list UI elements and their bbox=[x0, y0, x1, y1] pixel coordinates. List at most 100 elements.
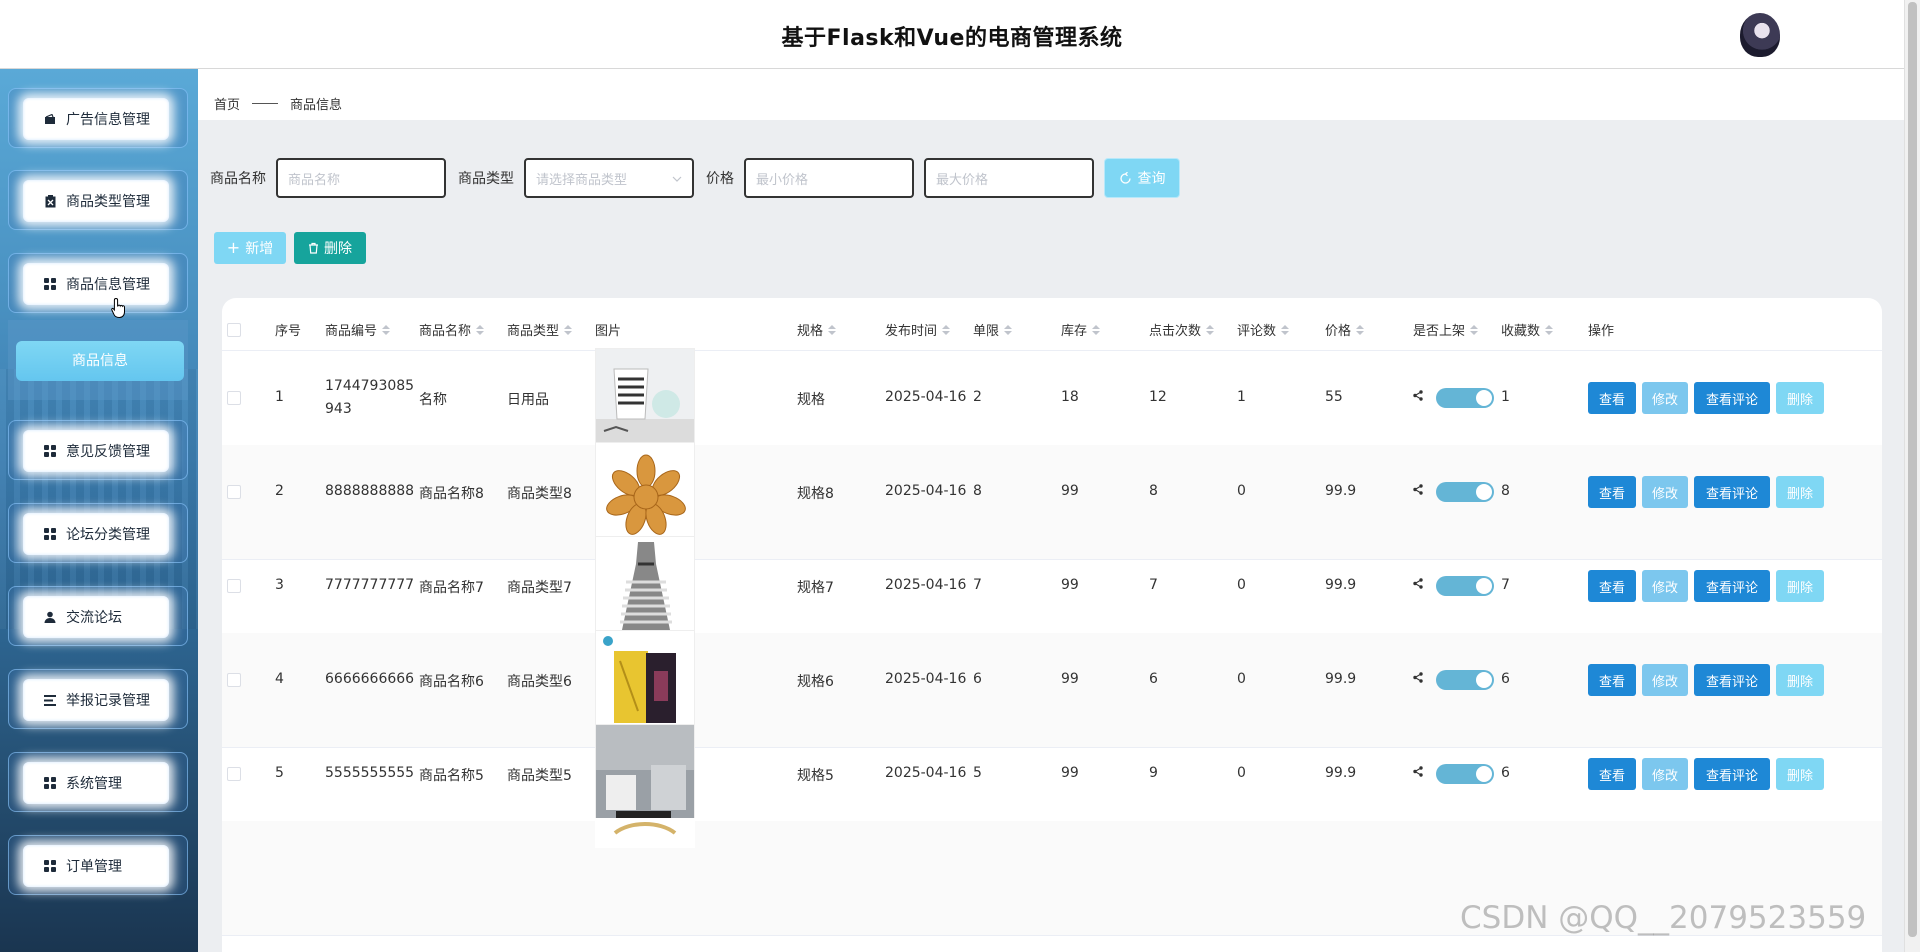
sidebar-item-order-management[interactable]: 订单管理 bbox=[8, 835, 188, 895]
col-name[interactable]: 商品名称 bbox=[419, 320, 485, 339]
col-date[interactable]: 发布时间 bbox=[885, 320, 951, 339]
col-comments[interactable]: 评论数 bbox=[1237, 320, 1290, 339]
view-comments-button[interactable]: 查看评论 bbox=[1694, 758, 1770, 790]
cell-type: 商品类型5 bbox=[507, 768, 572, 784]
cell-price: 99.9 bbox=[1325, 483, 1357, 499]
view-button[interactable]: 查看 bbox=[1588, 382, 1636, 414]
col-index: 序号 bbox=[275, 324, 302, 339]
view-comments-button[interactable]: 查看评论 bbox=[1694, 476, 1770, 508]
cell-name: 商品名称5 bbox=[419, 768, 484, 784]
sidebar-item-forum-category-management[interactable]: 论坛分类管理 bbox=[8, 503, 188, 563]
col-favorites[interactable]: 收藏数 bbox=[1501, 320, 1554, 339]
onsale-toggle[interactable] bbox=[1436, 388, 1494, 408]
edit-button[interactable]: 修改 bbox=[1642, 664, 1688, 696]
sidebar-item-ad-management[interactable]: 广告信息管理 bbox=[8, 88, 188, 148]
edit-button[interactable]: 修改 bbox=[1642, 758, 1688, 790]
col-actions: 操作 bbox=[1588, 324, 1615, 339]
share-icon[interactable] bbox=[1413, 672, 1423, 687]
edit-button[interactable]: 修改 bbox=[1642, 382, 1688, 414]
onsale-toggle[interactable] bbox=[1436, 764, 1494, 784]
onsale-toggle[interactable] bbox=[1436, 576, 1494, 596]
breadcrumb: 首页 商品信息 bbox=[198, 69, 1904, 120]
submenu-item-product-info[interactable]: 商品信息 bbox=[16, 341, 184, 381]
sidebar-item-label: 举报记录管理 bbox=[66, 693, 150, 709]
sidebar-item-report-management[interactable]: 举报记录管理 bbox=[8, 669, 188, 729]
row-checkbox[interactable] bbox=[227, 767, 241, 781]
delete-button[interactable]: 删除 bbox=[1776, 758, 1824, 790]
cell-comments: 0 bbox=[1237, 671, 1246, 687]
view-comments-button[interactable]: 查看评论 bbox=[1694, 664, 1770, 696]
batch-delete-button[interactable]: 删除 bbox=[294, 232, 366, 264]
col-spec[interactable]: 规格 bbox=[797, 320, 837, 339]
col-type[interactable]: 商品类型 bbox=[507, 320, 573, 339]
view-comments-button[interactable]: 查看评论 bbox=[1694, 382, 1770, 414]
sort-icon bbox=[1206, 324, 1215, 335]
cell-type: 日用品 bbox=[507, 392, 549, 408]
delete-button[interactable]: 删除 bbox=[1776, 570, 1824, 602]
row-checkbox[interactable] bbox=[227, 391, 241, 405]
product-type-select[interactable]: 请选择商品类型 bbox=[524, 158, 694, 198]
cell-stock: 18 bbox=[1061, 389, 1079, 405]
sidebar-item-product-info-management[interactable]: 商品信息管理 bbox=[8, 253, 188, 313]
delete-button[interactable]: 删除 bbox=[1776, 664, 1824, 696]
vertical-scrollbar[interactable] bbox=[1904, 0, 1920, 952]
view-button[interactable]: 查看 bbox=[1588, 476, 1636, 508]
delete-button[interactable]: 删除 bbox=[1776, 382, 1824, 414]
onsale-toggle[interactable] bbox=[1436, 670, 1494, 690]
share-icon[interactable] bbox=[1413, 484, 1423, 499]
col-stock[interactable]: 库存 bbox=[1061, 320, 1101, 339]
share-icon[interactable] bbox=[1413, 390, 1423, 405]
product-image bbox=[595, 630, 695, 730]
table-header: 序号 商品编号 商品名称 商品类型 图片 规格 发布时间 单限 库存 点击次数 … bbox=[222, 298, 1882, 351]
share-icon[interactable] bbox=[1413, 766, 1423, 781]
select-all-checkbox[interactable] bbox=[227, 323, 241, 337]
add-button[interactable]: + 新增 bbox=[214, 232, 286, 264]
cell-date: 2025-04-16 bbox=[885, 483, 967, 499]
col-onsale[interactable]: 是否上架 bbox=[1413, 320, 1479, 339]
product-name-input[interactable]: 商品名称 bbox=[276, 158, 446, 198]
cell-name: 商品名称8 bbox=[419, 486, 484, 502]
col-clicks[interactable]: 点击次数 bbox=[1149, 320, 1215, 339]
onsale-toggle[interactable] bbox=[1436, 482, 1494, 502]
scrollbar-thumb[interactable] bbox=[1908, 2, 1917, 937]
cell-clicks: 8 bbox=[1149, 483, 1158, 499]
min-price-input[interactable]: 最小价格 bbox=[744, 158, 914, 198]
view-button[interactable]: 查看 bbox=[1588, 758, 1636, 790]
max-price-input[interactable]: 最大价格 bbox=[924, 158, 1094, 198]
search-button[interactable]: 查询 bbox=[1104, 158, 1180, 198]
sidebar-item-forum[interactable]: 交流论坛 bbox=[8, 586, 188, 646]
delete-button[interactable]: 删除 bbox=[1776, 476, 1824, 508]
sidebar-item-label: 广告信息管理 bbox=[66, 112, 150, 128]
cell-clicks: 9 bbox=[1149, 765, 1158, 781]
col-limit[interactable]: 单限 bbox=[973, 320, 1013, 339]
cell-index: 2 bbox=[275, 483, 284, 499]
row-checkbox[interactable] bbox=[227, 485, 241, 499]
user-icon bbox=[44, 611, 56, 623]
sort-icon bbox=[382, 324, 391, 335]
row-checkbox[interactable] bbox=[227, 579, 241, 593]
sort-icon bbox=[828, 324, 837, 335]
product-image bbox=[595, 536, 695, 636]
sidebar-item-feedback-management[interactable]: 意见反馈管理 bbox=[8, 420, 188, 480]
col-price[interactable]: 价格 bbox=[1325, 320, 1365, 339]
share-icon[interactable] bbox=[1413, 578, 1423, 593]
sort-icon bbox=[564, 324, 573, 335]
view-button[interactable]: 查看 bbox=[1588, 570, 1636, 602]
cell-spec: 规格8 bbox=[797, 486, 834, 502]
avatar[interactable] bbox=[1740, 13, 1780, 57]
view-button[interactable]: 查看 bbox=[1588, 664, 1636, 696]
sidebar-item-system-management[interactable]: 系统管理 bbox=[8, 752, 188, 812]
sidebar-item-label: 商品信息管理 bbox=[66, 277, 150, 293]
cell-name: 商品名称7 bbox=[419, 580, 484, 596]
edit-button[interactable]: 修改 bbox=[1642, 570, 1688, 602]
cell-index: 1 bbox=[275, 389, 284, 405]
breadcrumb-home[interactable]: 首页 bbox=[214, 94, 240, 113]
col-code[interactable]: 商品编号 bbox=[325, 320, 391, 339]
sidebar-item-product-type-management[interactable]: 商品类型管理 bbox=[8, 170, 188, 230]
row-checkbox[interactable] bbox=[227, 673, 241, 687]
view-comments-button[interactable]: 查看评论 bbox=[1694, 570, 1770, 602]
cell-spec: 规格7 bbox=[797, 580, 834, 596]
edit-button[interactable]: 修改 bbox=[1642, 476, 1688, 508]
sidebar-item-label: 意见反馈管理 bbox=[66, 444, 150, 460]
price-label: 价格 bbox=[706, 171, 734, 187]
